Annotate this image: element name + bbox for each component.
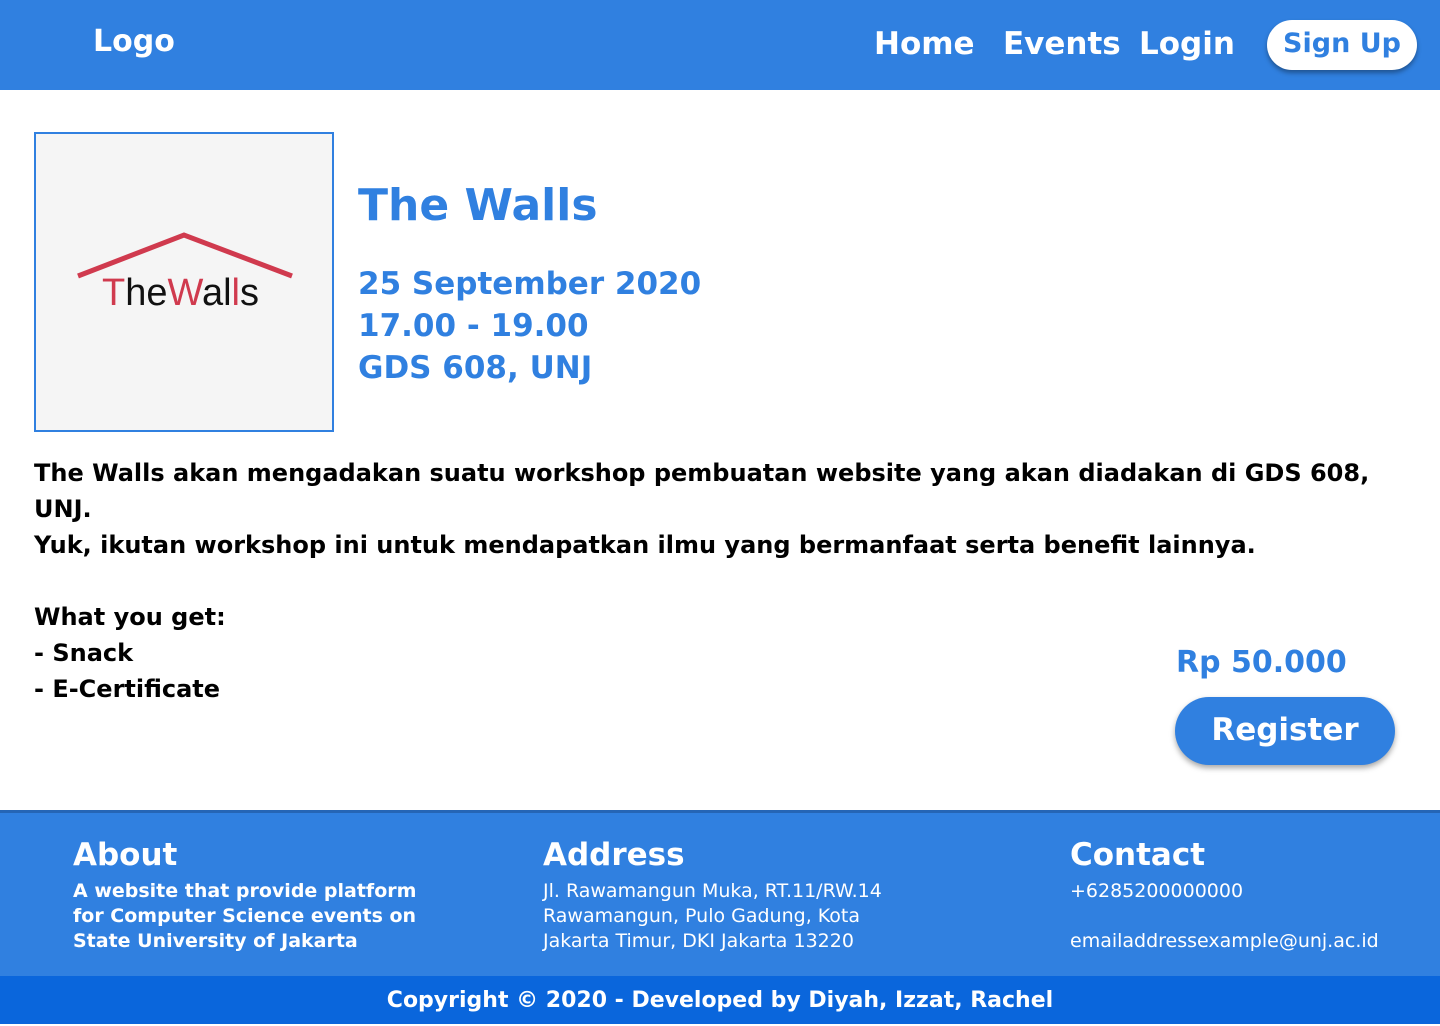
navbar: Logo Home Events Login Sign Up (0, 0, 1440, 90)
nav-login-link[interactable]: Login (1139, 26, 1235, 62)
nav-events-link[interactable]: Events (1003, 26, 1121, 62)
description-line: The Walls akan mengadakan suatu workshop… (34, 459, 1370, 523)
event-price: Rp 50.000 (1176, 645, 1347, 680)
event-time: 17.00 - 19.00 (358, 308, 589, 344)
benefits-heading: What you get: (34, 603, 226, 631)
site-logo[interactable]: Logo (93, 24, 175, 59)
signup-button[interactable]: Sign Up (1267, 20, 1417, 70)
description-line: Yuk, ikutan workshop ini untuk mendapatk… (34, 531, 1256, 559)
footer-about-line: State University of Jakarta (73, 930, 358, 952)
the-walls-logo: TheWalls (77, 232, 293, 314)
footer-contact: Contact +6285200000000 emailaddressexamp… (1070, 837, 1379, 954)
event-logo-image: TheWalls (34, 132, 334, 432)
nav-home-link[interactable]: Home (874, 26, 975, 62)
event-title: The Walls (358, 180, 598, 231)
footer-address-line: Rawamangun, Pulo Gadung, Kota (543, 905, 861, 927)
footer-contact-heading: Contact (1070, 837, 1206, 873)
footer-about-line: for Computer Science events on (73, 905, 417, 927)
event-location: GDS 608, UNJ (358, 350, 593, 386)
footer-address-heading: Address (543, 837, 685, 873)
event-date: 25 September 2020 (358, 266, 702, 302)
footer-address-line: Jl. Rawamangun Muka, RT.11/RW.14 (543, 880, 882, 902)
roof-shape (77, 232, 293, 279)
footer: About A website that provide platform fo… (0, 810, 1440, 976)
footer-email[interactable]: emailaddressexample@unj.ac.id (1070, 929, 1379, 954)
footer-address: Address Jl. Rawamangun Muka, RT.11/RW.14… (543, 837, 882, 954)
footer-about-line: A website that provide platform (73, 880, 417, 902)
copyright-bar: Copyright © 2020 - Developed by Diyah, I… (0, 976, 1440, 1024)
register-button[interactable]: Register (1175, 697, 1395, 765)
footer-about: About A website that provide platform fo… (73, 837, 416, 954)
logo-wordmark: TheWalls (102, 272, 259, 314)
footer-about-heading: About (73, 837, 178, 873)
footer-address-line: Jakarta Timur, DKI Jakarta 13220 (543, 930, 854, 952)
footer-phone[interactable]: +6285200000000 (1070, 879, 1379, 904)
